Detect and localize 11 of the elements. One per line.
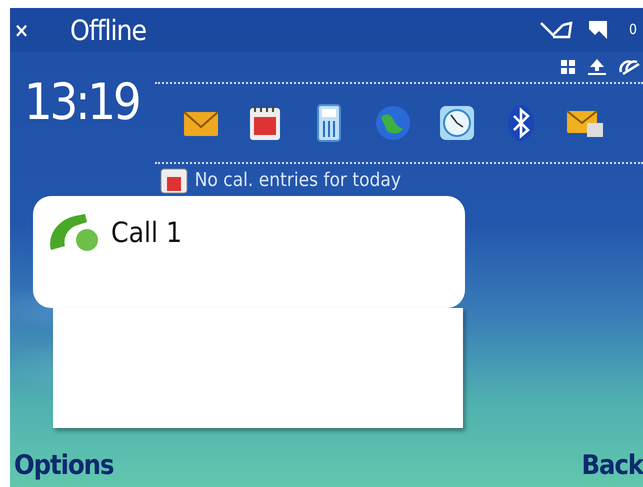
profile-name: Offline xyxy=(70,14,148,46)
upload-icon xyxy=(587,58,607,76)
grid-icon xyxy=(559,58,577,76)
calendar-status-text: No cal. entries for today xyxy=(194,169,401,191)
options-softkey[interactable]: Options xyxy=(14,450,114,481)
clock-time: 13:19 xyxy=(24,72,140,133)
back-softkey[interactable]: Back xyxy=(582,450,643,481)
envelope-icon xyxy=(538,19,573,41)
call-title: Call 1 xyxy=(111,215,182,251)
indicator-text: 0 xyxy=(628,22,637,38)
close-glyph[interactable]: × xyxy=(14,18,70,42)
